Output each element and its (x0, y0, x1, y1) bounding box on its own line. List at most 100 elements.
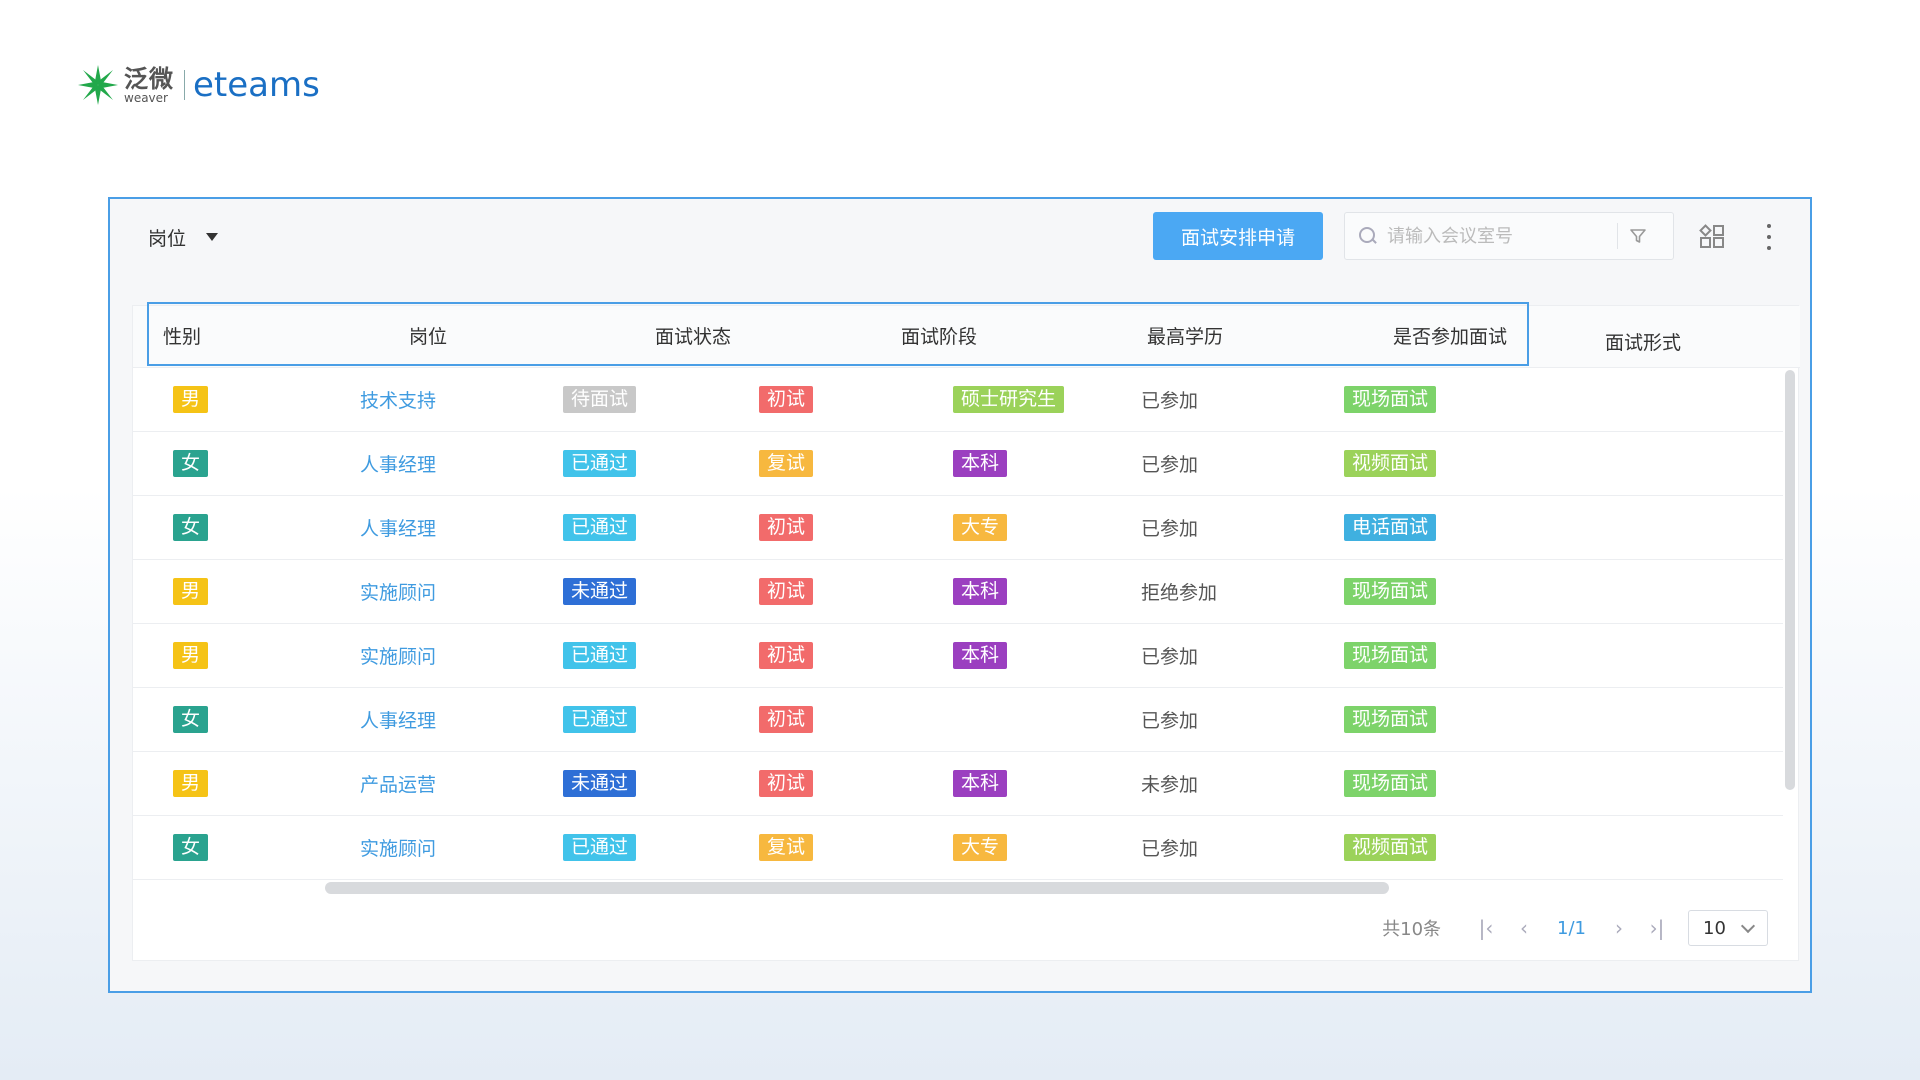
brand-logo: 泛微 weaver eteams (74, 60, 320, 110)
cell-stage: 复试 (759, 432, 814, 495)
chevron-down-icon (1740, 918, 1756, 933)
search-icon (1359, 227, 1377, 245)
status-tag: 未通过 (563, 578, 637, 605)
table-row[interactable]: 男 实施顾问 未通过 初试 本科 拒绝参加 现场面试 (133, 560, 1783, 624)
table-row[interactable]: 男 实施顾问 已通过 初试 本科 已参加 现场面试 (133, 624, 1783, 688)
cell-stage: 初试 (759, 496, 814, 559)
post-link[interactable]: 人事经理 (360, 706, 436, 733)
stage-tag: 初试 (759, 770, 814, 797)
post-link[interactable]: 实施顾问 (360, 578, 436, 605)
cell-edu: 本科 (953, 624, 1008, 687)
cell-post: 人事经理 (360, 432, 436, 495)
cell-post: 产品运营 (360, 752, 436, 815)
horizontal-scrollbar[interactable] (325, 882, 1389, 894)
cell-post: 实施顾问 (360, 624, 436, 687)
total-count: 共10条 (1382, 919, 1442, 940)
cell-status: 已通过 (563, 496, 637, 559)
stage-tag: 初试 (759, 642, 814, 669)
form-tag: 现场面试 (1344, 386, 1437, 413)
last-page-icon[interactable]: ›| (1638, 916, 1676, 940)
cell-status: 已通过 (563, 688, 637, 751)
post-link[interactable]: 人事经理 (360, 450, 436, 477)
post-filter-label: 岗位 (148, 227, 187, 250)
cell-status: 已通过 (563, 624, 637, 687)
cell-attend: 已参加 (1141, 816, 1198, 879)
table-frame: 岗位 面试安排申请 请输入会议室号 性别 岗位 面试状态 面试阶段 最高学历 是… (108, 197, 1812, 993)
form-tag: 现场面试 (1344, 578, 1437, 605)
cell-status: 未通过 (563, 752, 637, 815)
cell-gender: 男 (173, 624, 209, 687)
grid-icon[interactable] (1699, 224, 1725, 250)
interview-apply-button[interactable]: 面试安排申请 (1153, 212, 1323, 260)
attend-text: 已参加 (1141, 710, 1199, 732)
gender-tag: 女 (173, 514, 209, 541)
form-tag: 视频面试 (1344, 834, 1437, 861)
cell-post: 人事经理 (360, 688, 436, 751)
cell-stage: 初试 (759, 624, 814, 687)
cell-attend: 拒绝参加 (1141, 560, 1217, 623)
status-tag: 已通过 (563, 834, 637, 861)
form-tag: 现场面试 (1344, 642, 1437, 669)
attend-text: 已参加 (1141, 454, 1199, 476)
table-row[interactable]: 女 人事经理 已通过 初试 大专 已参加 电话面试 (133, 496, 1783, 560)
post-link[interactable]: 技术支持 (360, 386, 436, 413)
brand-cn-name: 泛微 (124, 64, 174, 93)
search-box[interactable] (1344, 212, 1674, 260)
cell-form: 现场面试 (1344, 624, 1437, 687)
brand-en-name: eteams (193, 65, 320, 105)
cell-edu: 本科 (953, 560, 1008, 623)
page-size-select[interactable]: 10 (1688, 910, 1768, 946)
stage-tag: 初试 (759, 386, 814, 413)
gender-tag: 男 (173, 642, 209, 669)
cell-status: 已通过 (563, 432, 637, 495)
status-tag: 待面试 (563, 386, 637, 413)
brand-cn-sub: weaver (124, 90, 168, 105)
post-link[interactable]: 人事经理 (360, 514, 436, 541)
first-page-icon[interactable]: |‹ (1467, 916, 1505, 940)
post-link[interactable]: 实施顾问 (360, 642, 436, 669)
post-link[interactable]: 产品运营 (360, 770, 436, 797)
stage-tag: 初试 (759, 514, 814, 541)
cell-post: 实施顾问 (360, 816, 436, 879)
current-page: 1/1 (1557, 917, 1586, 939)
table-row[interactable]: 女 实施顾问 已通过 复试 大专 已参加 视频面试 (133, 816, 1783, 880)
education-tag: 本科 (953, 578, 1008, 605)
post-filter-dropdown[interactable]: 岗位 (148, 224, 219, 250)
stage-tag: 复试 (759, 450, 814, 477)
cell-gender: 女 (173, 496, 209, 559)
attend-text: 未参加 (1141, 774, 1199, 796)
education-tag: 本科 (953, 450, 1008, 477)
table-row[interactable]: 男 技术支持 待面试 初试 硕士研究生 已参加 现场面试 (133, 368, 1783, 432)
post-link[interactable]: 实施顾问 (360, 834, 436, 861)
prev-page-icon[interactable]: ‹ (1505, 916, 1543, 940)
form-tag: 现场面试 (1344, 706, 1437, 733)
cell-stage: 初试 (759, 560, 814, 623)
table-row[interactable]: 女 人事经理 已通过 初试 已参加 现场面试 (133, 688, 1783, 752)
cell-stage: 初试 (759, 368, 814, 431)
more-vertical-icon[interactable] (1765, 224, 1773, 250)
stage-tag: 复试 (759, 834, 814, 861)
cell-gender: 女 (173, 688, 209, 751)
table-row[interactable]: 男 产品运营 未通过 初试 本科 未参加 现场面试 (133, 752, 1783, 816)
cell-form: 现场面试 (1344, 368, 1437, 431)
search-input[interactable] (1387, 225, 1617, 247)
attend-text: 已参加 (1141, 518, 1199, 540)
cell-stage: 复试 (759, 816, 814, 879)
next-page-icon[interactable]: › (1600, 916, 1638, 940)
table-row[interactable]: 女 人事经理 已通过 复试 本科 已参加 视频面试 (133, 432, 1783, 496)
vertical-scrollbar[interactable] (1785, 370, 1795, 790)
cell-attend: 未参加 (1141, 752, 1198, 815)
cell-form: 视频面试 (1344, 816, 1437, 879)
cell-gender: 女 (173, 432, 209, 495)
cell-attend: 已参加 (1141, 688, 1198, 751)
filter-icon[interactable] (1618, 213, 1658, 259)
logo-divider (184, 70, 185, 100)
stage-tag: 初试 (759, 706, 814, 733)
cell-status: 已通过 (563, 816, 637, 879)
form-tag: 现场面试 (1344, 770, 1437, 797)
cell-form: 视频面试 (1344, 432, 1437, 495)
col-header-form[interactable]: 面试形式 (1605, 312, 1681, 374)
education-tag: 本科 (953, 642, 1008, 669)
status-tag: 已通过 (563, 706, 637, 733)
weaver-mark-icon (78, 65, 118, 105)
